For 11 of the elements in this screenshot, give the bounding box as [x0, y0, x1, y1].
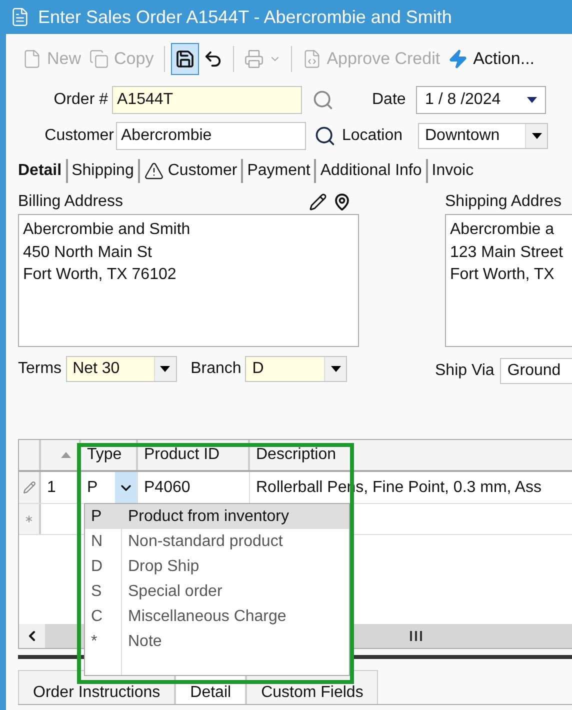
date-label: Date [372, 90, 407, 110]
row-number: 1 [46, 478, 57, 498]
terms-label: Terms [18, 359, 62, 379]
window-title: Enter Sales Order A1544T - Abercrombie and Smith [38, 6, 452, 28]
ship-via-label: Ship Via [435, 361, 494, 381]
branch-label: Branch [190, 359, 242, 379]
customer-label: Customer [44, 126, 115, 146]
billing-address-label: Billing Address [18, 192, 123, 212]
shipping-address-label: Shipping Addres [445, 192, 562, 212]
order-number-label: Order # [52, 90, 109, 110]
location-label: Location [342, 126, 404, 146]
